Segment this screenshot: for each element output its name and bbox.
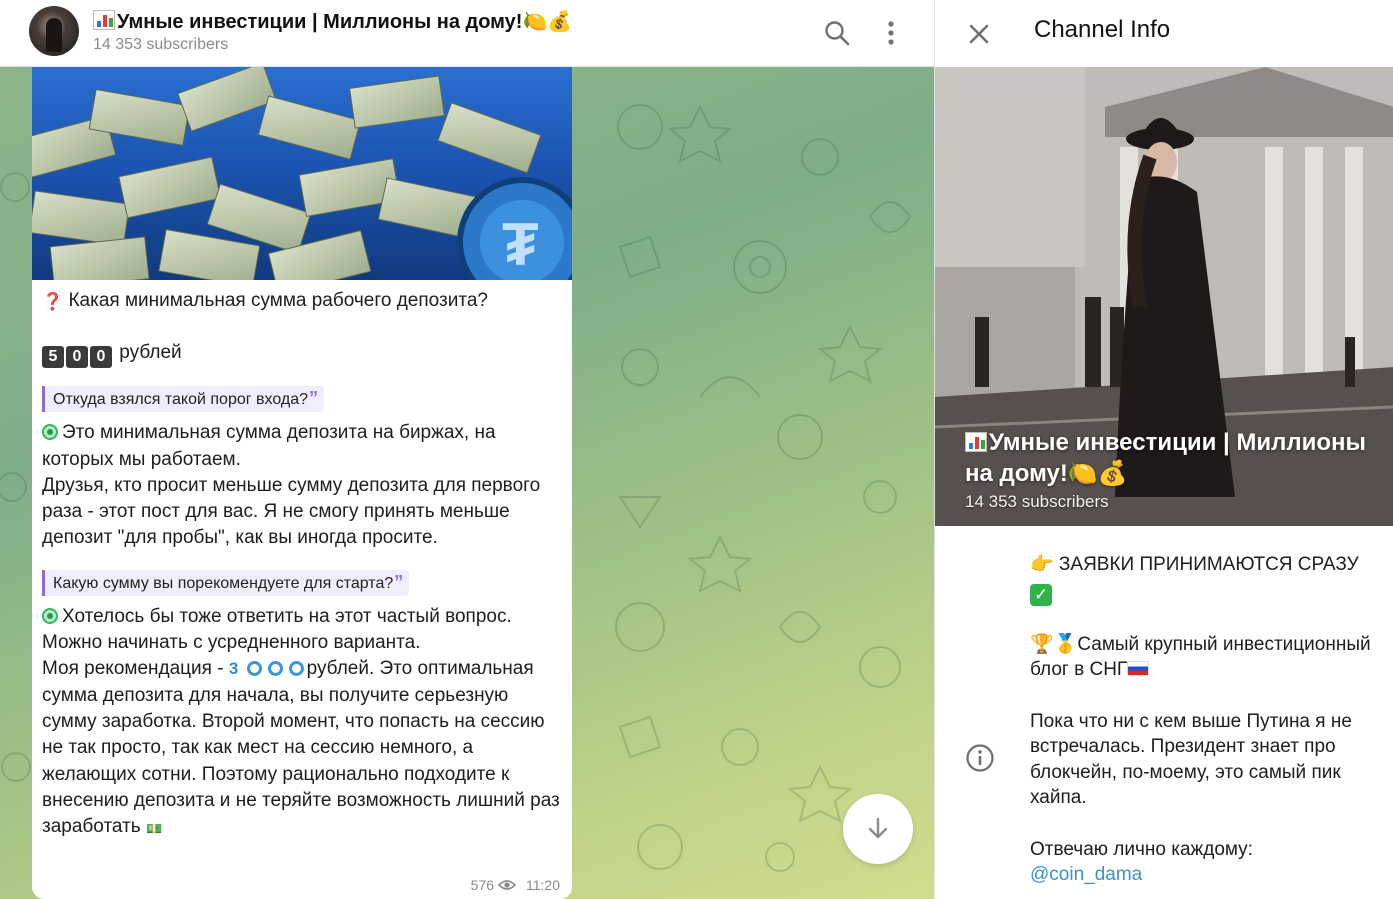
amount-unit: рублей [119,342,182,364]
recommendation: Моя рекомендация - 3 рублей. Это оптимал… [42,656,567,840]
message-bubble[interactable]: ₮ ❓ Какая минимальная сумма рабочего деп… [32,67,572,899]
about-line-1: 👉 ЗАЯВКИ ПРИНИМАЮТСЯ СРАЗУ [1030,554,1359,575]
search-button[interactable] [822,18,852,48]
svg-text:₮: ₮ [502,211,539,278]
quote-block: Откуда взялся такой порог входа?” [42,386,325,413]
money-pile-image: ₮ [32,67,572,280]
more-vertical-icon [888,21,894,45]
message-text: ❓ Какая минимальная сумма рабочего депоз… [42,288,567,840]
about-line-4: Отвечаю лично каждому: [1030,838,1253,860]
cover-subscriber-count: 14 353 subscribers [965,492,1109,511]
quote-mark-icon: ” [394,571,404,592]
quote-mark-icon: ” [309,388,319,409]
channel-cover-photo[interactable]: Умные инвестиции | Миллионы на дому!🍋💰 1… [935,67,1393,526]
info-header: Channel Info [935,0,1393,67]
scroll-down-button[interactable] [843,794,913,864]
recommend-digit: 3 [228,659,239,679]
chart-emoji-icon [965,432,987,452]
quote-text: Откуда взялся такой порог входа? [53,391,309,409]
zero-ring-icon [246,661,262,677]
answer-1-para: Друзья, кто просит меньше сумму депозита… [42,474,541,549]
message-time: 11:20 [526,877,560,893]
answer-2-cont: Можно начинать с усредненного варианта. [42,632,421,654]
more-menu-button[interactable] [876,18,906,48]
chart-emoji-icon [93,10,115,30]
view-count: 576 [470,877,494,893]
quote-text: Какую сумму вы порекомендуете для старта… [53,574,394,592]
about-line-3: Пока что ни с кем выше Путина я не встре… [1030,710,1352,809]
cover-channel-title: Умные инвестиции | Миллионы на дому!🍋💰 [965,427,1385,489]
green-circle-icon [42,607,58,624]
amount-line: 500 рублей [42,340,567,369]
close-button[interactable] [963,18,995,50]
message-meta: 576 11:20 [471,877,560,893]
subscriber-count: 14 353 subscribers [93,36,229,53]
amount-digit: 0 [90,346,112,369]
amount-digit: 5 [42,346,64,369]
recommend-prefix: Моя рекомендация - [42,658,229,680]
cover-title-text: Умные инвестиции | Миллионы на дому!🍋💰 [965,429,1367,487]
message-photo[interactable]: ₮ [32,67,572,280]
answer-1-cont: которых мы работаем. [42,448,241,470]
channel-description: 👉 ЗАЯВКИ ПРИНИМАЮТСЯ СРАЗУ ✓ 🏆🥇Самый круп… [1030,552,1375,888]
channel-info-panel: Channel Info Умные инвестиции | Миллионы… [934,0,1393,899]
russia-flag-icon [1127,661,1150,676]
search-icon [825,21,850,46]
chevron-down-icon [868,817,888,839]
about-line-2: 🏆🥇Самый крупный инвестиционный блог в СН… [1030,633,1371,681]
quote-block: Какую сумму вы порекомендуете для старта… [42,569,410,596]
close-icon [969,24,989,44]
question-1: Какая минимальная сумма рабочего депозит… [68,290,488,311]
money-emoji-icon: 💵 [145,821,163,837]
amount-digit: 0 [66,346,88,369]
zero-ring-icon [267,661,283,677]
zero-ring-icon [288,661,304,677]
contact-link[interactable]: @coin_dama [1030,864,1142,885]
answer-1: Это минимальная сумма депозита на биржах… [62,422,496,444]
green-circle-icon [42,424,58,441]
recommend-rest: рублей. Это оптимальная сумма депозита д… [42,658,560,838]
channel-title[interactable]: Умные инвестиции | Миллионы на дому!🍋💰 [93,9,572,34]
info-title: Channel Info [1034,16,1171,43]
channel-avatar[interactable] [29,6,79,56]
question-emoji-icon: ❓ [42,292,64,311]
chat-area: ₮ ❓ Какая минимальная сумма рабочего деп… [0,0,934,899]
check-mark-icon: ✓ [1030,583,1052,606]
channel-title-text: Умные инвестиции | Миллионы на дому!🍋💰 [117,11,573,33]
info-icon [966,744,994,772]
answer-2: Хотелось бы тоже ответить на этот частый… [62,605,512,627]
chat-header[interactable]: Умные инвестиции | Миллионы на дому!🍋💰 1… [0,0,934,67]
eye-icon [498,880,516,890]
